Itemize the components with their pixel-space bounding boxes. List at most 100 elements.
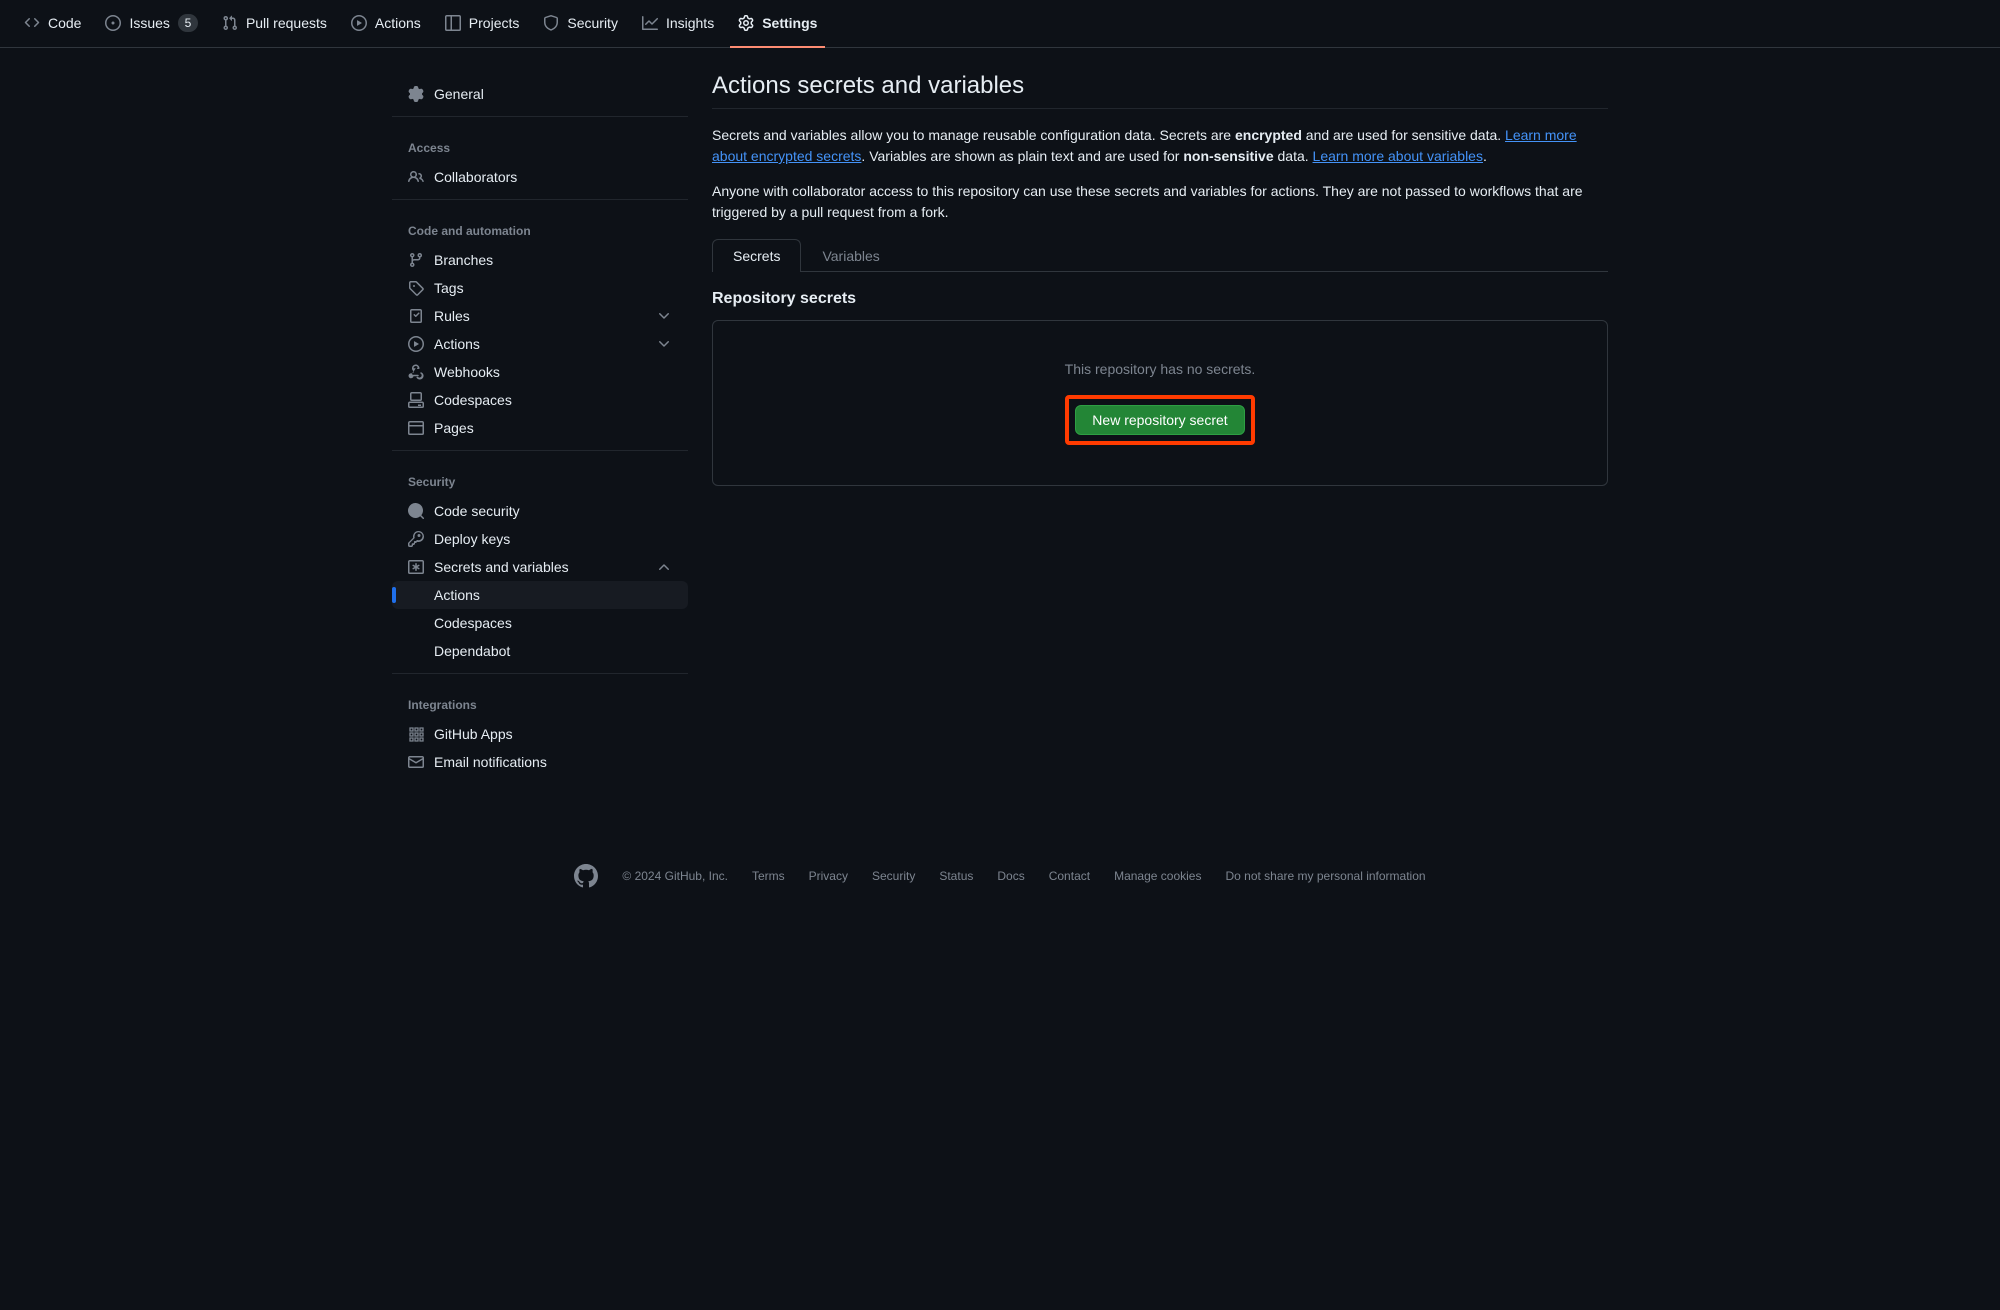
tab-label: Variables (822, 248, 879, 264)
gear-icon (738, 15, 754, 31)
browser-icon (408, 420, 424, 436)
tab-insights-label: Insights (666, 15, 714, 31)
apps-icon (408, 726, 424, 742)
link-learn-variables[interactable]: Learn more about variables (1313, 148, 1483, 164)
footer-link-contact[interactable]: Contact (1049, 869, 1090, 883)
footer-link-security[interactable]: Security (872, 869, 915, 883)
git-pull-request-icon (222, 15, 238, 31)
sidebar-subitem-codespaces[interactable]: Codespaces (392, 609, 688, 637)
webhook-icon (408, 364, 424, 380)
shield-icon (543, 15, 559, 31)
sidebar-item-collaborators[interactable]: Collaborators (392, 163, 688, 191)
tab-label: Secrets (733, 248, 780, 264)
tab-secrets[interactable]: Secrets (712, 239, 801, 272)
repo-tabnav: Code Issues 5 Pull requests Actions Proj… (0, 0, 2000, 48)
tab-pulls[interactable]: Pull requests (214, 0, 335, 48)
play-icon (351, 15, 367, 31)
key-icon (408, 531, 424, 547)
tab-security[interactable]: Security (535, 0, 626, 48)
footer-link-docs[interactable]: Docs (997, 869, 1024, 883)
key-asterisk-icon (408, 559, 424, 575)
tab-actions-label: Actions (375, 15, 421, 31)
footer-link-cookies[interactable]: Manage cookies (1114, 869, 1201, 883)
tab-variables[interactable]: Variables (801, 239, 900, 272)
empty-secrets-panel: This repository has no secrets. New repo… (712, 320, 1608, 486)
people-icon (408, 169, 424, 185)
section-title: Repository secrets (712, 290, 1608, 308)
sidebar-item-deploy-keys[interactable]: Deploy keys (392, 525, 688, 553)
github-icon (574, 864, 598, 888)
sidebar-item-label: Dependabot (434, 643, 510, 659)
issue-icon (105, 15, 121, 31)
intro-paragraph-2: Anyone with collaborator access to this … (712, 181, 1608, 223)
sidebar-item-label: GitHub Apps (434, 726, 513, 742)
sidebar-head-integrations: Integrations (392, 682, 688, 720)
sidebar-item-tags[interactable]: Tags (392, 274, 688, 302)
sidebar-head-access: Access (392, 125, 688, 163)
code-icon (24, 15, 40, 31)
sidebar-item-pages[interactable]: Pages (392, 414, 688, 442)
sidebar-item-email-notifications[interactable]: Email notifications (392, 748, 688, 776)
tab-issues-label: Issues (129, 15, 169, 31)
tab-pulls-label: Pull requests (246, 15, 327, 31)
site-footer: © 2024 GitHub, Inc. Terms Privacy Securi… (0, 824, 2000, 912)
issues-count: 5 (178, 14, 198, 32)
sidebar-item-general[interactable]: General (392, 80, 688, 108)
sidebar-item-label: Deploy keys (434, 531, 510, 547)
sidebar-item-codespaces[interactable]: Codespaces (392, 386, 688, 414)
tab-actions[interactable]: Actions (343, 0, 429, 48)
page-title: Actions secrets and variables (712, 72, 1608, 109)
intro-text: Secrets and variables allow you to manag… (712, 125, 1608, 223)
chevron-down-icon (656, 308, 672, 324)
sidebar-item-rules[interactable]: Rules (392, 302, 688, 330)
sidebar-item-branches[interactable]: Branches (392, 246, 688, 274)
sidebar-item-label: Rules (434, 308, 470, 324)
sidebar-item-actions[interactable]: Actions (392, 330, 688, 358)
sidebar-subitem-actions[interactable]: Actions (392, 581, 688, 609)
tab-projects-label: Projects (469, 15, 520, 31)
annotation-highlight: New repository secret (1065, 395, 1254, 445)
footer-copyright: © 2024 GitHub, Inc. (622, 869, 728, 883)
sidebar-item-secrets-vars[interactable]: Secrets and variables (392, 553, 688, 581)
tab-settings-label: Settings (762, 15, 817, 31)
sidebar-item-label: Secrets and variables (434, 559, 569, 575)
sidebar-item-label: Codespaces (434, 615, 512, 631)
codescan-icon (408, 503, 424, 519)
footer-link-donotshare[interactable]: Do not share my personal information (1225, 869, 1425, 883)
sidebar-item-label: Codespaces (434, 392, 512, 408)
sidebar-item-label: Pages (434, 420, 474, 436)
new-repository-secret-button[interactable]: New repository secret (1075, 405, 1244, 435)
tab-code[interactable]: Code (16, 0, 89, 48)
tab-security-label: Security (567, 15, 618, 31)
chevron-up-icon (656, 559, 672, 575)
sidebar-item-github-apps[interactable]: GitHub Apps (392, 720, 688, 748)
chevron-down-icon (656, 336, 672, 352)
footer-link-terms[interactable]: Terms (752, 869, 785, 883)
play-icon (408, 336, 424, 352)
tab-projects[interactable]: Projects (437, 0, 528, 48)
footer-link-status[interactable]: Status (939, 869, 973, 883)
sidebar-item-label: General (434, 86, 484, 102)
empty-message: This repository has no secrets. (1065, 361, 1256, 377)
codespaces-icon (408, 392, 424, 408)
sidebar-item-code-security[interactable]: Code security (392, 497, 688, 525)
footer-link-privacy[interactable]: Privacy (809, 869, 848, 883)
rules-icon (408, 308, 424, 324)
settings-sidebar: General Access Collaborators Code and au… (392, 72, 688, 784)
sidebar-item-label: Webhooks (434, 364, 500, 380)
sidebar-item-label: Email notifications (434, 754, 547, 770)
graph-icon (642, 15, 658, 31)
sidebar-item-label: Collaborators (434, 169, 517, 185)
gear-icon (408, 86, 424, 102)
tab-insights[interactable]: Insights (634, 0, 722, 48)
tab-issues[interactable]: Issues 5 (97, 0, 205, 48)
git-branch-icon (408, 252, 424, 268)
tab-settings[interactable]: Settings (730, 0, 825, 48)
secrets-variables-tabs: Secrets Variables (712, 239, 1608, 272)
sidebar-item-label: Actions (434, 336, 480, 352)
sidebar-item-label: Actions (434, 587, 480, 603)
sidebar-subitem-dependabot[interactable]: Dependabot (392, 637, 688, 665)
sidebar-item-webhooks[interactable]: Webhooks (392, 358, 688, 386)
main-content: Actions secrets and variables Secrets an… (712, 72, 1608, 784)
tab-code-label: Code (48, 15, 81, 31)
